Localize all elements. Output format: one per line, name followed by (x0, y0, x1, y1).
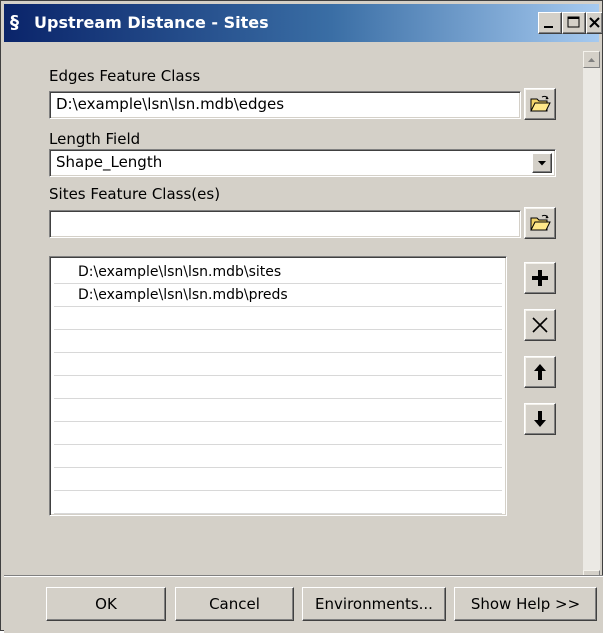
length-field-dropdown[interactable]: Shape_Length (49, 149, 556, 177)
cancel-button[interactable]: Cancel (175, 587, 294, 621)
x-icon (532, 317, 548, 333)
environments-button[interactable]: Environments... (302, 587, 446, 621)
show-help-button[interactable]: Show Help >> (454, 587, 597, 621)
minimize-icon (544, 26, 553, 28)
list-item[interactable] (54, 330, 502, 353)
list-item[interactable] (54, 468, 502, 491)
dropdown-button[interactable] (532, 153, 552, 173)
minimize-button[interactable] (538, 12, 562, 34)
button-bar: OK Cancel Environments... Show Help >> (4, 576, 603, 633)
maximize-button[interactable] (562, 12, 586, 34)
sites-label: Sites Feature Class(es) (49, 185, 221, 203)
list-item[interactable] (54, 422, 502, 445)
chevron-up-icon (588, 58, 595, 62)
edges-label: Edges Feature Class (49, 67, 201, 85)
list-item[interactable]: D:\example\lsn\lsn.mdb\preds (54, 284, 502, 307)
list-item[interactable]: D:\example\lsn\lsn.mdb\sites (54, 261, 502, 284)
move-up-button[interactable] (524, 356, 556, 388)
title-bar[interactable]: § Upstream Distance - Sites (4, 4, 602, 42)
edges-browse-button[interactable] (524, 88, 556, 120)
plus-icon (532, 270, 548, 286)
scroll-up-button[interactable] (583, 51, 600, 68)
list-item[interactable] (54, 353, 502, 376)
open-folder-icon (530, 95, 551, 112)
length-field-value: Shape_Length (56, 153, 163, 171)
arrow-up-icon (534, 364, 546, 380)
vertical-scrollbar[interactable] (583, 51, 600, 587)
remove-item-button[interactable] (524, 309, 556, 341)
add-item-button[interactable] (524, 262, 556, 294)
arrow-down-icon (534, 411, 546, 427)
close-button[interactable] (586, 12, 602, 34)
ok-button[interactable]: OK (46, 587, 166, 621)
window-title: Upstream Distance - Sites (34, 13, 269, 32)
list-item[interactable] (54, 307, 502, 330)
list-item[interactable] (54, 445, 502, 468)
dialog-window: § Upstream Distance - Sites Edges Featur… (0, 0, 603, 633)
maximize-icon (567, 16, 580, 28)
move-down-button[interactable] (524, 403, 556, 435)
open-folder-icon (530, 214, 551, 231)
sites-browse-button[interactable] (524, 207, 556, 239)
chevron-down-icon (538, 161, 546, 166)
sites-list[interactable]: D:\example\lsn\lsn.mdb\sites D:\example\… (49, 256, 507, 516)
sites-input[interactable] (49, 210, 521, 238)
list-item[interactable] (54, 491, 502, 514)
list-item[interactable] (54, 399, 502, 422)
edges-input[interactable]: D:\example\lsn\lsn.mdb\edges (49, 91, 521, 119)
app-icon: § (10, 12, 19, 33)
length-field-label: Length Field (49, 130, 141, 148)
close-icon (589, 17, 600, 28)
list-item[interactable] (54, 376, 502, 399)
